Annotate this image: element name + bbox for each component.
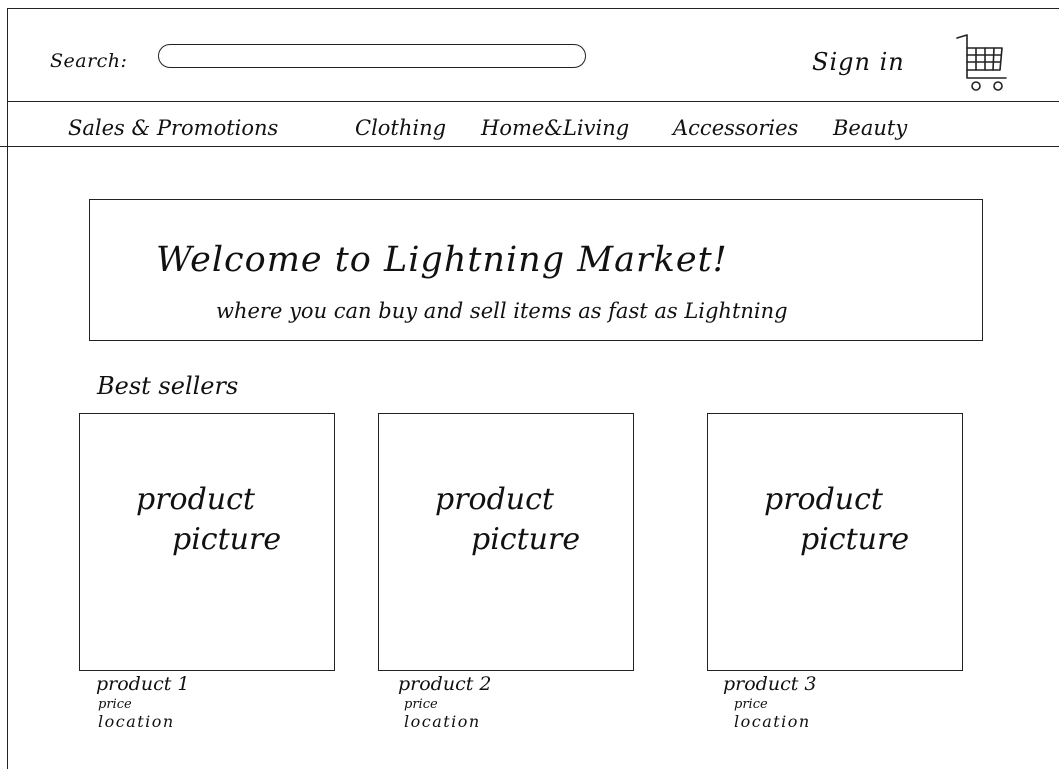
nav-item-clothing[interactable]: Clothing [355,116,446,140]
banner-title: Welcome to Lightning Market! [156,240,728,280]
nav-item-sales-promotions[interactable]: Sales & Promotions [68,116,278,140]
product-picture-placeholder: product [764,482,883,517]
product-picture-placeholder: picture [172,522,282,557]
sign-in-link[interactable]: Sign in [812,48,905,76]
product-price: price [734,697,768,712]
search-label: Search: [50,50,128,72]
product-name[interactable]: product 2 [398,675,492,694]
product-price: price [404,697,438,712]
product-picture-placeholder: picture [471,522,581,557]
product-location: location [404,712,481,731]
best-sellers-heading: Best sellers [97,372,239,400]
product-card[interactable]: product picture [79,413,335,671]
nav-item-accessories[interactable]: Accessories [673,116,798,140]
product-picture-placeholder: product [435,482,554,517]
search-input[interactable] [158,44,586,68]
product-picture-placeholder: product [136,482,255,517]
banner-subtitle: where you can buy and sell items as fast… [216,299,788,323]
header-divider [7,101,1059,102]
product-picture-placeholder: picture [800,522,910,557]
product-name[interactable]: product 1 [96,675,190,694]
nav-item-beauty[interactable]: Beauty [833,116,907,140]
product-location: location [734,712,811,731]
shopping-cart-icon[interactable] [950,30,1014,100]
nav-item-home-living[interactable]: Home&Living [481,116,629,140]
product-card[interactable]: product picture [707,413,963,671]
welcome-banner: Welcome to Lightning Market! where you c… [89,199,983,341]
product-card[interactable]: product picture [378,413,634,671]
product-name[interactable]: product 3 [723,675,817,694]
product-price: price [98,697,132,712]
product-location: location [98,712,175,731]
nav-divider [0,146,1059,147]
